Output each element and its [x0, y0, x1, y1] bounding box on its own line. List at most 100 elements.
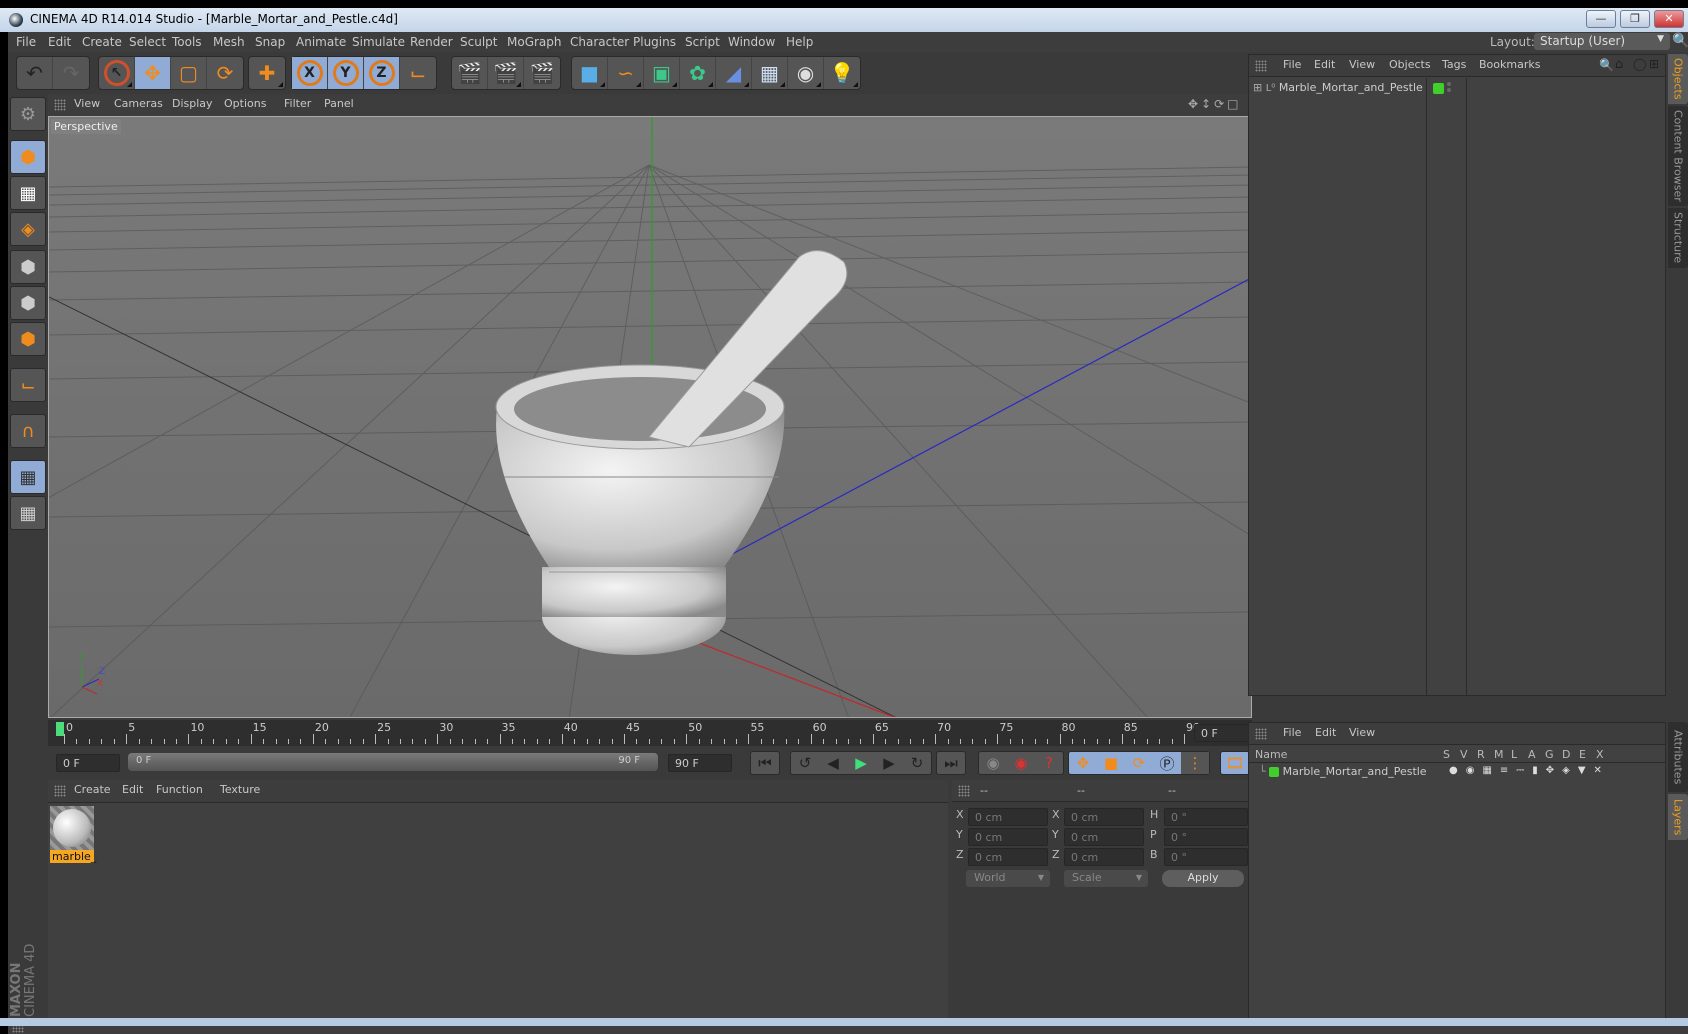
- viewport-menu-cameras[interactable]: Cameras: [114, 97, 163, 110]
- layer-color-swatch[interactable]: [1433, 83, 1444, 94]
- start-frame-field[interactable]: 0 F: [56, 754, 120, 772]
- next-frame-icon[interactable]: ▶: [875, 752, 903, 774]
- apply-button[interactable]: Apply: [1162, 870, 1244, 887]
- menu-script[interactable]: Script: [685, 35, 720, 49]
- key-scale-icon[interactable]: ■: [1097, 752, 1125, 774]
- new-window-icon[interactable]: ⊞: [1649, 57, 1659, 71]
- layer-menu-view[interactable]: View: [1349, 726, 1375, 739]
- make-editable-icon[interactable]: ⚙: [10, 97, 46, 131]
- panel-grip-handle[interactable]: [958, 785, 970, 797]
- viewport-nav-icons[interactable]: ✥↕⟳□: [1188, 97, 1242, 111]
- menu-mograph[interactable]: MoGraph: [507, 35, 562, 49]
- timeline-button[interactable]: 🎞: [1220, 751, 1250, 775]
- layer-column-header[interactable]: M: [1494, 748, 1504, 761]
- x-axis-icon[interactable]: X: [292, 57, 328, 89]
- key-parameter-icon[interactable]: Ⓟ: [1153, 752, 1181, 774]
- panel-grip-handle[interactable]: [54, 99, 66, 111]
- object-menu-file[interactable]: File: [1283, 58, 1301, 71]
- render-visibility-dot[interactable]: [1447, 88, 1451, 92]
- material-menu-create[interactable]: Create: [74, 783, 111, 796]
- edges-mode-icon[interactable]: ⬢: [10, 286, 46, 320]
- model-mode-icon[interactable]: ⬢: [10, 140, 46, 174]
- object-menu-tags[interactable]: Tags: [1442, 58, 1466, 71]
- undo-icon[interactable]: ↶: [17, 57, 53, 89]
- keyframe-selection-icon[interactable]: ?: [1035, 752, 1063, 774]
- redo-icon[interactable]: ↷: [53, 57, 89, 89]
- tab-content-browser[interactable]: Content Browser: [1668, 106, 1688, 206]
- layer-flag-icons[interactable]: ●◉▦≡⎓▮✥◈▼✕: [1449, 765, 1610, 776]
- material-menu-texture[interactable]: Texture: [220, 783, 260, 796]
- rotation-field[interactable]: 0 °: [1164, 848, 1248, 866]
- cube-icon[interactable]: ■: [572, 57, 608, 89]
- layer-column-header[interactable]: S: [1443, 748, 1450, 761]
- light-icon[interactable]: 💡: [824, 57, 860, 89]
- layout-dropdown[interactable]: Startup (User) ▼: [1534, 33, 1670, 50]
- polygons-mode-icon[interactable]: ⬢: [10, 322, 46, 356]
- menu-render[interactable]: Render: [410, 35, 453, 49]
- coordinate-system-icon[interactable]: ⌙: [400, 57, 436, 89]
- close-button[interactable]: ✕: [1654, 10, 1684, 28]
- viewport-menu-filter[interactable]: Filter: [284, 97, 311, 110]
- viewport-menu-options[interactable]: Options: [224, 97, 266, 110]
- position-field[interactable]: 0 cm: [968, 848, 1048, 866]
- camera-icon[interactable]: ◉: [788, 57, 824, 89]
- editor-visibility-dot[interactable]: [1447, 82, 1451, 86]
- layer-row[interactable]: └ Marble_Mortar_and_Pestle ●◉▦≡⎓▮✥◈▼✕: [1259, 765, 1659, 781]
- material-item[interactable]: marble_: [50, 806, 96, 864]
- perspective-viewport[interactable]: Perspective Y Z X: [48, 116, 1252, 718]
- panel-grip-handle[interactable]: [1255, 728, 1267, 740]
- texture-mode-icon[interactable]: ▦: [10, 176, 46, 210]
- viewport-menu-panel[interactable]: Panel: [324, 97, 354, 110]
- size-mode-dropdown[interactable]: Scale ▼: [1064, 870, 1148, 887]
- key-rotation-icon[interactable]: ⟳: [1125, 752, 1153, 774]
- search-icon[interactable]: 🔍: [1599, 58, 1614, 72]
- layer-color-swatch[interactable]: [1269, 767, 1280, 777]
- recent-tool-icon[interactable]: ✚: [249, 57, 285, 89]
- spline-pen-icon[interactable]: ∽: [608, 57, 644, 89]
- render-settings-icon[interactable]: 🎬: [524, 57, 560, 89]
- coordinate-mode-dropdown[interactable]: World ▼: [966, 870, 1050, 887]
- planar-workplane-icon[interactable]: ▦: [10, 496, 46, 530]
- menu-edit[interactable]: Edit: [48, 35, 71, 49]
- live-selection-icon[interactable]: ↖: [99, 57, 135, 89]
- object-menu-view[interactable]: View: [1349, 58, 1375, 71]
- previous-frame-icon[interactable]: ◀: [819, 752, 847, 774]
- rotate-icon[interactable]: ⟳: [207, 57, 243, 89]
- home-icon[interactable]: ⌂: [1615, 57, 1623, 72]
- go-to-start-button[interactable]: ⏮: [750, 751, 780, 775]
- z-axis-icon[interactable]: Z: [364, 57, 400, 89]
- menu-create[interactable]: Create: [82, 35, 122, 49]
- expand-icon[interactable]: ⊞: [1253, 81, 1262, 94]
- autokeying-icon[interactable]: ◉: [1007, 752, 1035, 774]
- layer-column-header[interactable]: A: [1528, 748, 1536, 761]
- move-icon[interactable]: ✥: [135, 57, 171, 89]
- axis-mode-icon[interactable]: ⌙: [10, 368, 46, 402]
- layer-menu-edit[interactable]: Edit: [1315, 726, 1336, 739]
- menu-sculpt[interactable]: Sculpt: [460, 35, 497, 49]
- play-icon[interactable]: ▶: [847, 752, 875, 774]
- render-view-icon[interactable]: 🎬: [452, 57, 488, 89]
- tab-structure[interactable]: Structure: [1668, 208, 1688, 268]
- layer-column-header[interactable]: G: [1545, 748, 1554, 761]
- restore-button[interactable]: ❐: [1620, 10, 1650, 28]
- material-menu-function[interactable]: Function: [156, 783, 203, 796]
- menu-snap[interactable]: Snap: [255, 35, 285, 49]
- position-field[interactable]: 0 cm: [968, 828, 1048, 846]
- end-frame-field[interactable]: 90 F: [668, 754, 732, 772]
- menu-window[interactable]: Window: [728, 35, 775, 49]
- minimize-button[interactable]: —: [1586, 10, 1616, 28]
- menu-help[interactable]: Help: [786, 35, 813, 49]
- panel-grip-handle[interactable]: [1255, 60, 1267, 72]
- layer-column-header[interactable]: Name: [1255, 748, 1287, 761]
- layer-menu-file[interactable]: File: [1283, 726, 1301, 739]
- viewport-menu-display[interactable]: Display: [172, 97, 213, 110]
- rotation-field[interactable]: 0 °: [1164, 828, 1248, 846]
- tab-attributes[interactable]: Attributes: [1668, 722, 1688, 792]
- size-field[interactable]: 0 cm: [1064, 808, 1144, 826]
- bend-deformer-icon[interactable]: ◢: [716, 57, 752, 89]
- viewport-menu-view[interactable]: View: [74, 97, 100, 110]
- size-field[interactable]: 0 cm: [1064, 848, 1144, 866]
- menu-plugins[interactable]: Plugins: [633, 35, 676, 49]
- panel-grip-handle[interactable]: [54, 785, 66, 797]
- eye-icon[interactable]: ◯: [1633, 57, 1646, 71]
